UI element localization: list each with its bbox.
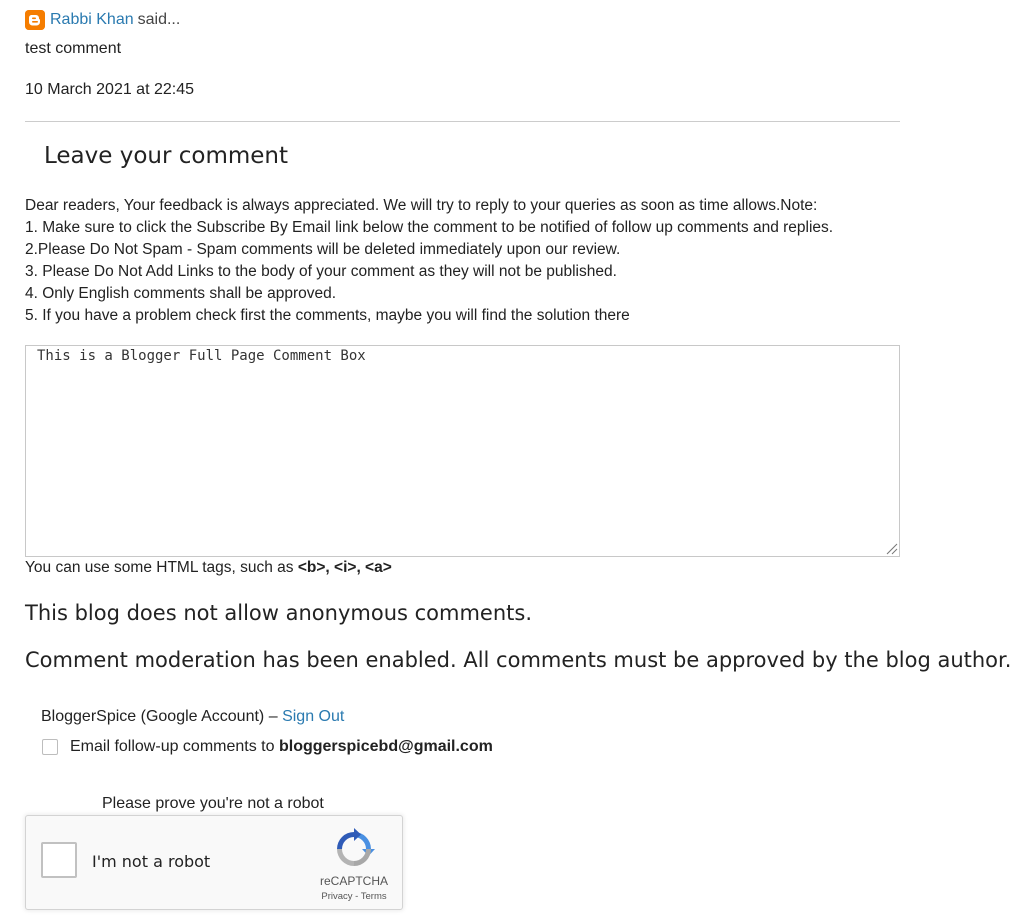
account-name: BloggerSpice (Google Account) bbox=[41, 708, 265, 725]
message-line: 2.Please Do Not Spam - Spam comments wil… bbox=[25, 241, 621, 258]
follow-up-email: bloggerspicebd@gmail.com bbox=[278, 738, 493, 755]
account-line: BloggerSpice (Google Account) – Sign Out bbox=[41, 708, 344, 726]
comment-body: test comment bbox=[25, 40, 122, 57]
anonymous-notice: This blog does not allow anonymous comme… bbox=[25, 601, 533, 625]
comment-textarea[interactable]: This is a Blogger Full Page Comment Box bbox=[25, 345, 900, 557]
recaptcha-brand: reCAPTCHA bbox=[319, 874, 388, 888]
follow-up-checkbox[interactable] bbox=[42, 739, 58, 755]
message-line: 1. Make sure to click the Subscribe By E… bbox=[25, 219, 834, 236]
recaptcha-checkbox[interactable] bbox=[41, 842, 77, 878]
message-line: 3. Please Do Not Add Links to the body o… bbox=[25, 263, 617, 280]
sign-out-link[interactable]: Sign Out bbox=[282, 708, 344, 725]
recaptcha-links[interactable]: Privacy - Terms bbox=[316, 891, 392, 902]
account-separator: – bbox=[268, 708, 278, 725]
comment-timestamp[interactable]: 10 March 2021 at 22:45 bbox=[25, 81, 194, 99]
comment-header: Rabbi Khan said... bbox=[25, 10, 180, 30]
html-hint-tags: <b>, <i>, <a> bbox=[297, 559, 392, 576]
resize-grip-icon[interactable] bbox=[884, 541, 898, 555]
message-line: 5. If you have a problem check first the… bbox=[25, 307, 630, 324]
captcha-prompt: Please prove you're not a robot bbox=[102, 795, 324, 812]
comment-author-link[interactable]: Rabbi Khan bbox=[50, 11, 134, 29]
comments-section: Rabbi Khan said... test comment 10 March… bbox=[0, 0, 1018, 916]
recaptcha-logo-icon bbox=[337, 828, 375, 866]
recaptcha-widget: I'm not a robot reCAPTCHA Privacy - Term… bbox=[25, 815, 403, 910]
blogger-icon bbox=[25, 10, 45, 30]
message-line: 4. Only English comments shall be approv… bbox=[25, 285, 337, 302]
follow-up-label: Email follow-up comments to bbox=[70, 738, 275, 755]
leave-comment-title: Leave your comment bbox=[44, 143, 289, 169]
follow-up-option[interactable]: Email follow-up comments to bloggerspice… bbox=[42, 738, 493, 756]
divider bbox=[25, 121, 900, 122]
moderation-notice: Comment moderation has been enabled. All… bbox=[25, 648, 1012, 672]
html-hint-text: You can use some HTML tags, such as bbox=[25, 559, 294, 576]
comment-said-label: said... bbox=[137, 11, 181, 28]
message-line: Dear readers, Your feedback is always ap… bbox=[25, 197, 818, 214]
recaptcha-label: I'm not a robot bbox=[92, 852, 211, 871]
html-tags-hint: You can use some HTML tags, such as <b>,… bbox=[25, 559, 392, 577]
comment-message: Dear readers, Your feedback is always ap… bbox=[25, 195, 1015, 327]
